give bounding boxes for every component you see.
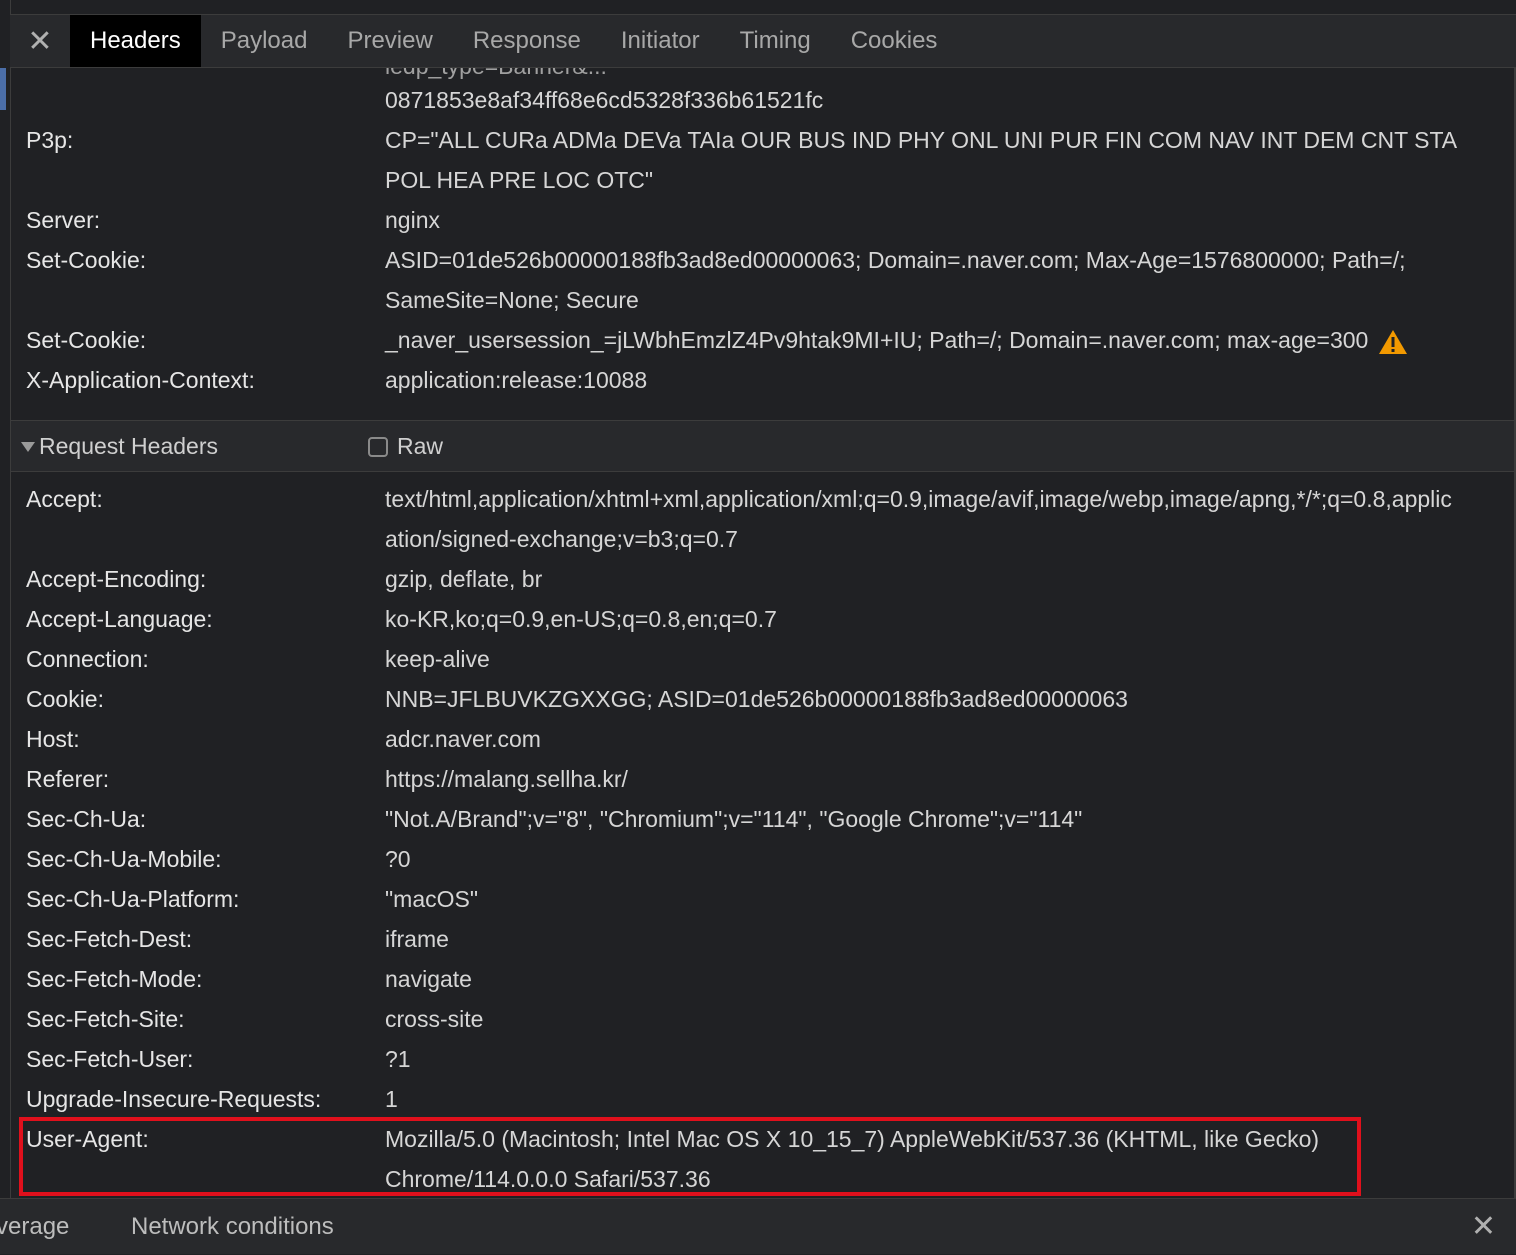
tab-response[interactable]: Response (453, 15, 601, 67)
header-row: Sec-Ch-Ua: "Not.A/Brand";v="8", "Chromiu… (26, 799, 1514, 839)
header-value-text: _naver_usersession_=jLWbhEmzlZ4Pv9htak9M… (385, 327, 1369, 353)
header-value: nginx (385, 207, 440, 233)
header-name: P3p: (26, 127, 74, 153)
tab-coverage[interactable]: verage (0, 1199, 69, 1255)
request-list-strip[interactable] (0, 0, 11, 1198)
collapse-triangle-icon[interactable] (21, 442, 35, 452)
header-row: Sec-Ch-Ua-Platform: "macOS" (26, 879, 1514, 919)
header-value: adcr.naver.com (385, 726, 541, 752)
header-value: 1 (385, 1086, 398, 1112)
header-name: Cookie: (26, 686, 104, 712)
header-value-with-warning: _naver_usersession_=jLWbhEmzlZ4Pv9htak9M… (385, 320, 1514, 360)
header-value: cross-site (385, 1006, 484, 1032)
header-name: Host: (26, 726, 80, 752)
header-name: Sec-Fetch-User: (26, 1046, 194, 1072)
header-row: Sec-Ch-Ua-Mobile: ?0 (26, 839, 1514, 879)
header-value: text/html,application/xhtml+xml,applicat… (385, 486, 1452, 512)
header-value: https://malang.sellha.kr/ (385, 766, 628, 792)
header-name: X-Application-Context: (26, 367, 255, 393)
header-name: Set-Cookie: (26, 247, 147, 273)
detail-tabbar: ✕ Headers Payload Preview Response Initi… (10, 14, 1516, 68)
header-name: Accept-Encoding: (26, 566, 207, 592)
header-name: Sec-Ch-Ua: (26, 806, 147, 832)
header-value: application:release:10088 (385, 367, 648, 393)
header-row: P3p: CP="ALL CURa ADMa DEVa TAIa OUR BUS… (26, 120, 1514, 160)
header-value: ?1 (385, 1046, 411, 1072)
header-value: iframe (385, 926, 449, 952)
raw-label[interactable]: Raw (397, 421, 443, 471)
header-value: ation/signed-exchange;v=b3;q=0.7 (385, 526, 738, 552)
header-row-continuation: POL HEA PRE LOC OTC" (26, 160, 1514, 200)
tab-network-conditions[interactable]: Network conditions (131, 1199, 334, 1255)
header-row-user-agent: User-Agent: Mozilla/5.0 (Macintosh; Inte… (26, 1119, 1514, 1159)
header-row-continuation: Chrome/114.0.0.0 Safari/537.36 (26, 1159, 1514, 1198)
raw-checkbox[interactable] (368, 437, 388, 457)
header-name: Connection: (26, 646, 149, 672)
header-value: ?0 (385, 846, 411, 872)
header-name: Server: (26, 207, 101, 233)
header-row: Sec-Fetch-Dest: iframe (26, 919, 1514, 959)
header-value: gzip, deflate, br (385, 566, 543, 592)
header-row: 0871853e8af34ff68e6cd5328f336b61521fc (26, 80, 1514, 120)
header-row: Referer: https://malang.sellha.kr/ (26, 759, 1514, 799)
header-row: Upgrade-Insecure-Requests: 1 (26, 1079, 1514, 1119)
header-row: Set-Cookie: _naver_usersession_=jLWbhEmz… (26, 320, 1514, 360)
header-row: Host: adcr.naver.com (26, 719, 1514, 759)
header-row: Accept: text/html,application/xhtml+xml,… (26, 479, 1514, 519)
tab-payload[interactable]: Payload (201, 15, 328, 67)
headers-content[interactable]: ledp_type=Banner&... 0871853e8af34ff68e6… (11, 68, 1514, 1198)
header-name: Sec-Ch-Ua-Mobile: (26, 846, 222, 872)
tab-headers[interactable]: Headers (70, 15, 201, 67)
header-row: Accept-Encoding: gzip, deflate, br (26, 559, 1514, 599)
panel-top-edge (10, 0, 1516, 14)
close-icon[interactable]: ✕ (10, 15, 70, 67)
header-row: Cookie: NNB=JFLBUVKZGXXGG; ASID=01de526b… (26, 679, 1514, 719)
header-value: Mozilla/5.0 (Macintosh; Intel Mac OS X 1… (385, 1126, 1320, 1152)
tab-initiator[interactable]: Initiator (601, 15, 720, 67)
header-value: SameSite=None; Secure (385, 287, 639, 313)
header-row: Sec-Fetch-User: ?1 (26, 1039, 1514, 1079)
header-value: 0871853e8af34ff68e6cd5328f336b61521fc (385, 87, 824, 113)
header-name: Sec-Fetch-Mode: (26, 966, 203, 992)
header-name: Sec-Fetch-Dest: (26, 926, 193, 952)
tab-timing[interactable]: Timing (720, 15, 831, 67)
header-row: Set-Cookie: ASID=01de526b00000188fb3ad8e… (26, 240, 1514, 280)
header-row: Server: nginx (26, 200, 1514, 240)
header-row-continuation: ation/signed-exchange;v=b3;q=0.7 (26, 519, 1514, 559)
section-title[interactable]: Request Headers (39, 421, 218, 471)
header-row: X-Application-Context: application:relea… (26, 360, 1514, 400)
header-value: ko-KR,ko;q=0.9,en-US;q=0.8,en;q=0.7 (385, 606, 777, 632)
header-name: Referer: (26, 766, 110, 792)
header-row: Accept-Language: ko-KR,ko;q=0.9,en-US;q=… (26, 599, 1514, 639)
tab-preview[interactable]: Preview (327, 15, 452, 67)
header-name: User-Agent: (26, 1126, 149, 1152)
close-drawer-icon[interactable]: ✕ (1471, 1199, 1496, 1255)
request-headers-section: Request Headers Raw (11, 420, 1514, 472)
drawer-tabbar: verage Network conditions ✕ (0, 1198, 1516, 1254)
warning-icon[interactable] (1378, 329, 1408, 355)
header-name: Sec-Ch-Ua-Platform: (26, 886, 240, 912)
header-row-continuation: SameSite=None; Secure (26, 280, 1514, 320)
header-row: Connection: keep-alive (26, 639, 1514, 679)
header-value: ASID=01de526b00000188fb3ad8ed00000063; D… (385, 247, 1406, 273)
header-value: POL HEA PRE LOC OTC" (385, 167, 654, 193)
header-name: Accept: (26, 486, 103, 512)
header-value: NNB=JFLBUVKZGXXGG; ASID=01de526b00000188… (385, 686, 1128, 712)
header-row: Sec-Fetch-Site: cross-site (26, 999, 1514, 1039)
header-value: Chrome/114.0.0.0 Safari/537.36 (385, 1166, 711, 1192)
tab-cookies[interactable]: Cookies (831, 15, 958, 67)
header-value: navigate (385, 966, 472, 992)
header-value: CP="ALL CURa ADMa DEVa TAIa OUR BUS IND … (385, 127, 1458, 153)
header-name: Set-Cookie: (26, 327, 147, 353)
header-value: keep-alive (385, 646, 490, 672)
header-value: "macOS" (385, 886, 479, 912)
header-value: "Not.A/Brand";v="8", "Chromium";v="114",… (385, 806, 1083, 832)
selected-request-marker (0, 68, 6, 110)
header-name: Accept-Language: (26, 606, 213, 632)
header-name: Sec-Fetch-Site: (26, 1006, 185, 1032)
header-row: Sec-Fetch-Mode: navigate (26, 959, 1514, 999)
header-name: Upgrade-Insecure-Requests: (26, 1086, 322, 1112)
